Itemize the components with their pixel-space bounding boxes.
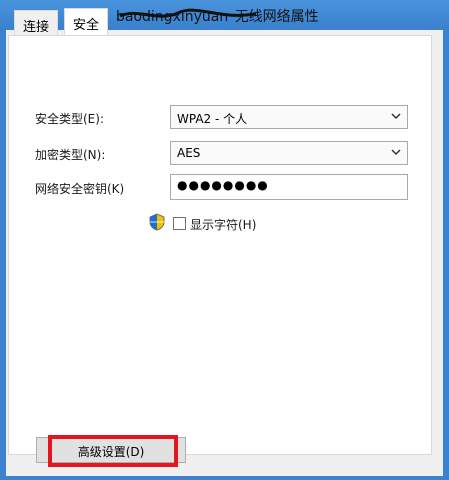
title-suffix: 无线网络属性 xyxy=(234,9,319,25)
tab-connection[interactable]: 连接 xyxy=(14,10,59,36)
encryption-type-value: AES xyxy=(177,146,201,160)
uac-shield-icon xyxy=(149,213,165,231)
security-type-select[interactable]: WPA2 - 个人 xyxy=(170,105,408,129)
tab-security-label: 安全 xyxy=(73,18,100,33)
highlight-box xyxy=(48,435,178,467)
chevron-down-icon xyxy=(391,113,401,120)
security-type-label: 安全类型(E): xyxy=(35,112,104,126)
window: baodingxinyuan 无线网络属性 连接 安全 安全类型(E): WPA… xyxy=(0,0,449,480)
show-characters-label[interactable]: 显示字符(H) xyxy=(190,216,256,233)
security-type-value: WPA2 - 个人 xyxy=(177,112,248,126)
tab-connection-label: 连接 xyxy=(23,20,50,35)
network-key-input[interactable]: ●●●●●●●● xyxy=(170,174,408,200)
security-tab-panel xyxy=(8,35,432,455)
network-key-value: ●●●●●●●● xyxy=(177,178,269,192)
title-redacted-name: baodingxinyuan xyxy=(116,9,229,25)
encryption-type-label: 加密类型(N): xyxy=(35,148,106,162)
window-title: baodingxinyuan 无线网络属性 xyxy=(116,6,319,26)
encryption-type-select[interactable]: AES xyxy=(170,141,408,165)
show-characters-checkbox[interactable] xyxy=(173,217,186,230)
network-key-label: 网络安全密钥(K) xyxy=(35,182,125,196)
chevron-down-icon xyxy=(391,149,401,156)
tab-security[interactable]: 安全 xyxy=(64,8,109,36)
